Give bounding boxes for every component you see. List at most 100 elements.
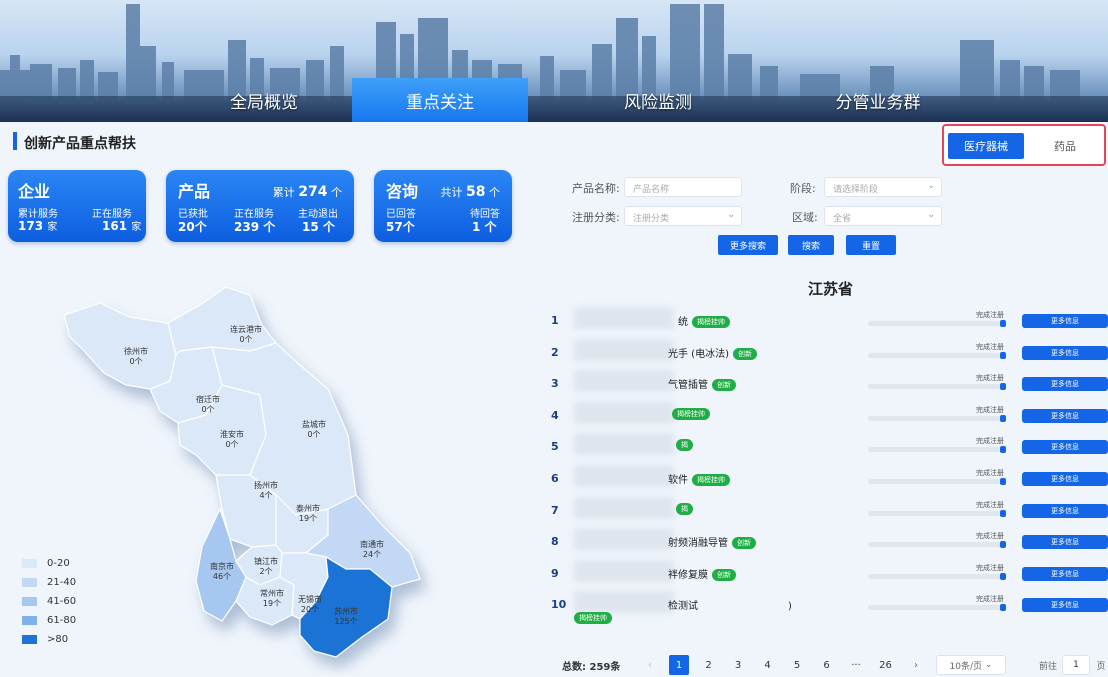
stage-select[interactable]: 请选择阶段 ⌄ [824,177,942,197]
redacted-name-block [574,338,674,361]
row-index: 9 [551,566,559,580]
stage-label: 完成注册 [976,342,1004,351]
legend-label: >80 [47,634,69,645]
page-number-button[interactable]: 3 [728,655,748,675]
more-info-button[interactable]: 更多信息 [1022,314,1108,328]
stage-label: 阶段: [790,182,816,195]
tab-drug[interactable]: 药品 [1028,133,1102,159]
search-button[interactable]: 搜索 [788,235,834,255]
enterprise-card-title: 企业 [18,182,51,201]
stage-label: 完成注册 [976,595,1004,604]
stage-progress-bar [868,383,1006,391]
row-index: 8 [551,535,559,549]
stage-label: 完成注册 [976,532,1004,541]
tab-medical-device[interactable]: 医疗器械 [948,133,1024,159]
goto-page-input[interactable]: 1 [1062,655,1090,675]
page-number-button[interactable]: 1 [669,655,689,675]
product-name: 检测试) [668,597,792,612]
redacted-name-block [574,465,674,487]
page-number-button[interactable]: 5 [787,655,807,675]
product-row[interactable]: 10 检测试) 揭榜挂帅 完成注册 更多信息 [0,591,1108,626]
product-name-text: 软件 [668,475,688,486]
more-info-button[interactable]: 更多信息 [1022,503,1108,518]
product-name-text: 光手 (电冰法) [668,348,729,360]
product-badge: 创新 [712,568,736,581]
stage-label: 完成注册 [976,469,1004,477]
nav-tab-business[interactable]: 分管业务群 [790,78,966,122]
stage-progress-bar [868,509,1006,517]
section-title: 创新产品重点帮扶 [24,136,136,152]
product-name-label: 产品名称: [572,182,620,195]
stage-label: 完成注册 [976,311,1004,319]
legend-item: >80 [22,634,68,645]
product-badge: 创新 [732,347,757,360]
product-badge: 揭 [676,439,693,452]
more-search-button[interactable]: 更多搜索 [718,235,778,255]
product-row[interactable]: 2 光手 (电冰法) 创新 完成注册 更多信息 [0,338,1108,374]
redacted-name-block [574,496,674,519]
product-card-title: 产品 [178,182,211,201]
stage-progress-bar [868,351,1006,359]
product-row[interactable]: 3 气管插管 创新 完成注册 更多信息 [0,370,1108,405]
region-select[interactable]: 全省 ⌄ [824,206,942,226]
stage-progress-marker [1000,446,1006,454]
province-title: 江苏省 [808,280,854,298]
more-info-button[interactable]: 更多信息 [1022,535,1108,550]
category-select[interactable]: 注册分类 ⌄ [624,206,742,226]
page-size-select[interactable]: 10条/页 ⌄ [936,655,1006,675]
product-name-text: 袢修复膜 [668,569,708,581]
redacted-name-block [574,591,674,614]
nav-tab-risk[interactable]: 风险监测 [570,78,746,122]
stage-progress-bar [868,478,1006,485]
page-ellipsis[interactable]: ··· [846,655,866,675]
next-page-button[interactable]: › [906,655,926,675]
product-badge: 揭榜挂帅 [692,474,730,486]
product-row[interactable]: 4 揭榜挂帅 完成注册 更多信息 [0,401,1108,437]
product-name-text: 检测试 [668,601,698,613]
legend-swatch [22,635,37,644]
product-card: 产品 累计 274 个 已获批 正在服务 主动退出 20个 239 个 15 个 [166,170,354,242]
product-row[interactable]: 7 揭 完成注册 更多信息 [0,496,1108,532]
product-row[interactable]: 5 揭 完成注册 更多信息 [0,433,1108,468]
row-index: 5 [551,440,559,454]
more-info-button[interactable]: 更多信息 [1022,598,1108,613]
row-index: 2 [551,345,559,359]
stage-label: 完成注册 [976,405,1004,414]
product-total-label: 累计 [272,186,295,199]
enterprise-cum-unit: 家 [47,222,58,233]
more-info-button[interactable]: 更多信息 [1022,408,1108,423]
page-number-button[interactable]: 2 [699,655,719,675]
product-name-input[interactable]: 产品名称 [624,177,742,197]
more-info-button[interactable]: 更多信息 [1022,345,1108,360]
stage-progress-marker [1000,320,1006,327]
page-number-button[interactable]: 4 [758,655,778,675]
more-info-button[interactable]: 更多信息 [1022,377,1108,392]
stage-progress-bar [868,446,1006,454]
reset-button[interactable]: 重置 [846,235,896,255]
more-info-button[interactable]: 更多信息 [1022,440,1108,455]
more-info-button[interactable]: 更多信息 [1022,472,1108,486]
page-number-button[interactable]: 26 [876,655,896,675]
nav-tab-focus[interactable]: 重点关注 [352,78,528,122]
product-badge: 揭榜挂帅 [574,612,612,625]
product-row[interactable]: 6 软件 揭榜挂帅 完成注册 更多信息 [0,465,1108,500]
region-label: 区域: [792,211,818,224]
stage-label: 完成注册 [976,500,1004,509]
product-row[interactable]: 9 袢修复膜 创新 完成注册 更多信息 [0,559,1108,595]
row-index: 1 [551,314,559,327]
more-info-button[interactable]: 更多信息 [1022,566,1108,581]
product-row[interactable]: 1 统揭榜挂帅 完成注册 更多信息 [0,307,1108,342]
chevron-down-icon: ⌄ [984,660,993,670]
redacted-name-block [574,370,674,393]
chevron-down-icon: ⌄ [727,210,735,220]
page-number-button[interactable]: 6 [817,655,837,675]
prev-page-button[interactable]: ‹ [640,655,660,675]
category-label: 注册分类: [572,211,620,224]
consult-pending-value: 1 个 [472,220,497,234]
product-row[interactable]: 8 射频消融导管 创新 完成注册 更多信息 [0,528,1108,563]
product-exit-value: 15 个 [302,220,335,234]
stage-progress-marker [1000,383,1006,391]
stage-label: 完成注册 [976,563,1004,572]
row-index: 7 [551,503,559,517]
nav-tab-overview[interactable]: 全局概览 [176,78,352,122]
